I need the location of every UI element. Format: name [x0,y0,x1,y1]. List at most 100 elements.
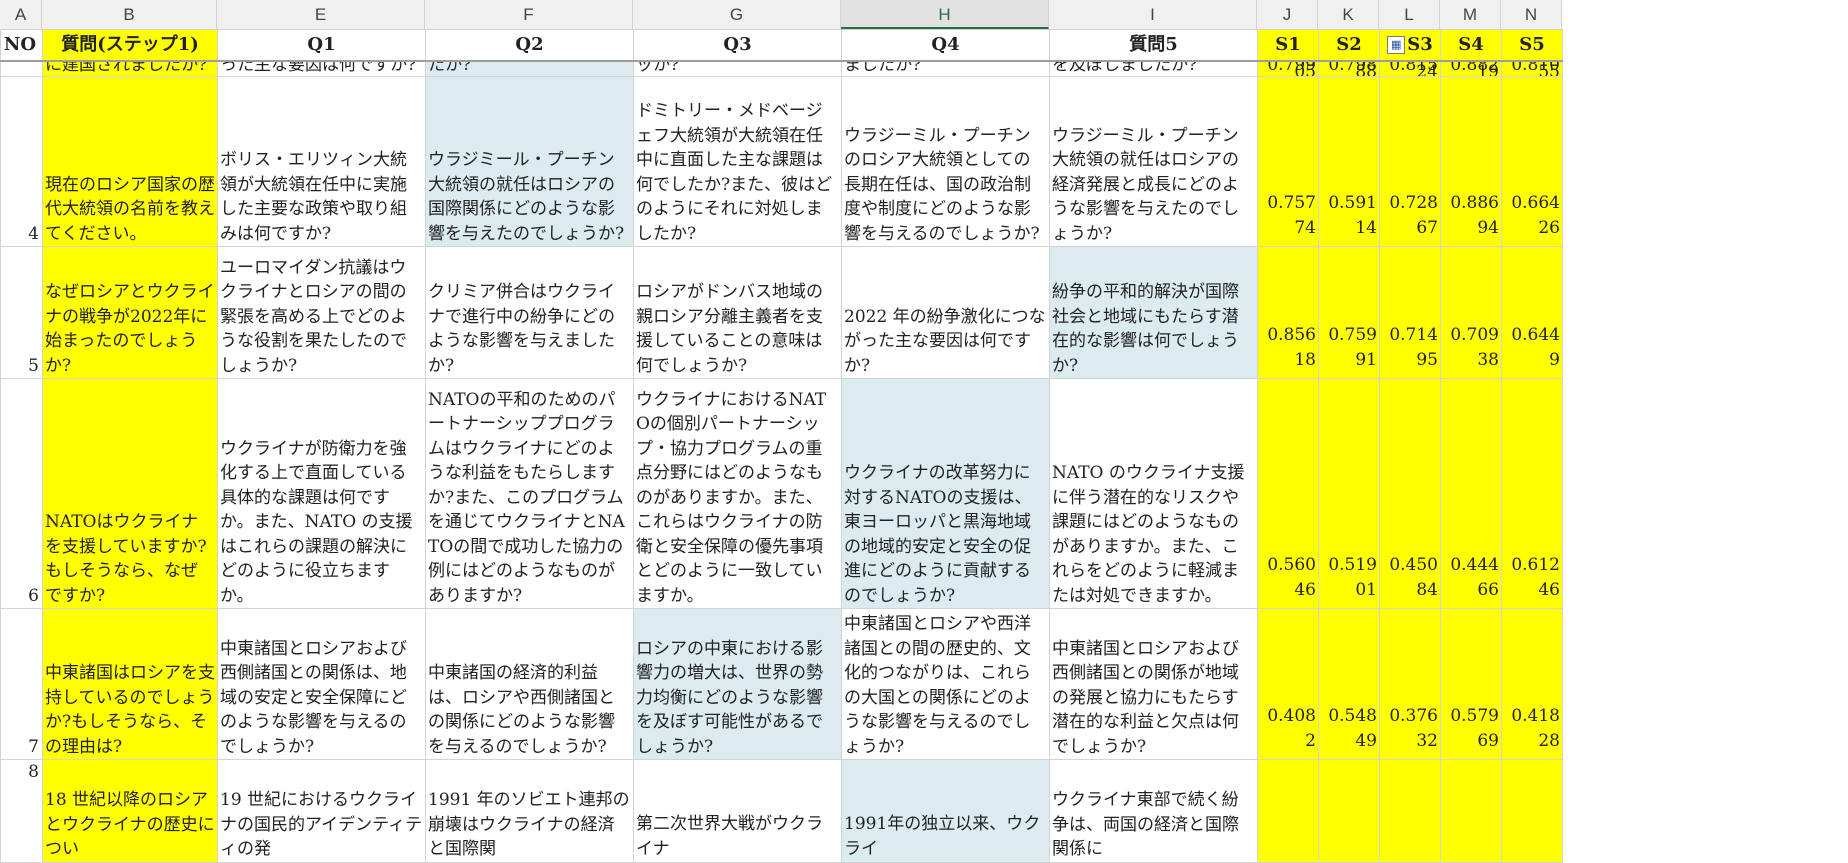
cell-s5[interactable] [1501,759,1563,863]
cell-s3[interactable]: 0.45084 [1379,378,1441,609]
column-header-B[interactable]: B [42,0,217,29]
cell-s3[interactable]: 0.72867 [1379,76,1441,247]
cell-q3[interactable]: ウクライナにおけるNATOの個別パートナーシップ・協力プログラムの重点分野にはど… [633,378,842,609]
cell-s5[interactable]: 0.66426 [1501,76,1563,247]
cell-s4[interactable]: 0.70938 [1440,246,1502,379]
cell-s2[interactable]: 0.51901 [1318,378,1380,609]
column-header-A[interactable]: A [0,0,42,29]
cell-q1[interactable]: 中東諸国とロシアおよび西側諸国との関係は、地域の安定と安全保障にどのような影響を… [217,608,426,760]
quick-analysis-icon[interactable]: ▦ [1387,36,1406,54]
cell-q3[interactable]: ドミトリー・メドベージェフ大統領が大統領在任中に直面した主な課題は何でしたか?ま… [633,76,842,247]
cell-q3[interactable]: ロシアの中東における影響力の増大は、世界の勢力均衡にどのような影響を及ぼす可能性… [633,608,842,760]
header-row: NO 質問(ステップ1) Q1 Q2 Q3 Q4 質問5 S1 S2 ▦ S3 S… [0,29,1563,62]
cell-q1[interactable]: ユーロマイダン抗議はウクライナとロシアの間の緊張を高める上でどのような役割を果た… [217,246,426,379]
header-s4[interactable]: S4 [1440,29,1502,62]
cell-q4[interactable]: 2022 年の紛争激化につながった主な要因は何ですか? [841,246,1050,379]
header-q1[interactable]: Q1 [217,29,426,62]
cell-q5[interactable]: 中東諸国とロシアおよび西側諸国との関係が地域の発展と協力にもたらす潜在的な利益と… [1049,608,1258,760]
cell-q4[interactable]: ウラジーミル・プーチンのロシア大統領としての長期在任は、国の政治制度や制度にどの… [841,76,1050,247]
column-header-H[interactable]: H [841,0,1049,29]
cell-s3[interactable]: 0.71495 [1379,246,1441,379]
cell-s1[interactable]: 0.79905 [1257,60,1319,77]
cell-q1[interactable]: った主な要因は何ですか? [217,60,426,77]
column-header-E[interactable]: E [217,0,425,29]
column-header-K[interactable]: K [1318,0,1379,29]
cell-q5[interactable]: NATO のウクライナ支援に伴う潜在的なリスクや課題にはどのようなものがあります… [1049,378,1258,609]
header-q3[interactable]: Q3 [633,29,842,62]
cell-s5[interactable]: 0.41828 [1501,608,1563,760]
cell-s2[interactable]: 0.54849 [1318,608,1380,760]
cell-q5[interactable]: ウラジーミル・プーチン大統領の就任はロシアの経済発展と成長にどのような影響を与え… [1049,76,1258,247]
cell-step1[interactable]: NATOはウクライナを支援していますか?もしそうなら、なぜですか? [42,378,218,609]
cell-q2[interactable]: たか? [425,60,634,77]
cell-s4[interactable] [1440,759,1502,863]
header-s5[interactable]: S5 [1501,29,1563,62]
cell-q2[interactable]: 中東諸国の経済的利益は、ロシアや西側諸国との関係にどのような影響を与えるのでしょ… [425,608,634,760]
cell-s1[interactable]: 0.56046 [1257,378,1319,609]
row-number[interactable]: 4 [0,76,43,247]
cell-s4[interactable]: 0.88694 [1440,76,1502,247]
cell-q5[interactable]: を及ぼしましたか? [1049,60,1258,77]
cell-q2[interactable]: 1991 年のソビエト連邦の崩壊はウクライナの経済と国際関 [425,759,634,863]
cell-q4[interactable]: ウクライナの改革努力に対するNATOの支援は、東ヨーロッパと黒海地域の地域的安定… [841,378,1050,609]
cell-q4[interactable]: ましたか? [841,60,1050,77]
table-row: 8 18 世紀以降のロシアとウクライナの歴史につい 19 世紀におけるウクライナ… [0,759,1563,863]
cell-q1[interactable]: 19 世紀におけるウクライナの国民的アイデンティティの発 [217,759,426,863]
cell-q3[interactable]: 第二次世界大戦がウクライナ [633,759,842,863]
cell-step1[interactable]: 現在のロシア国家の歴代大統領の名前を教えてください。 [42,76,218,247]
cell-q5[interactable]: 紛争の平和的解決が国際社会と地域にもたらす潜在的な影響は何でしょうか? [1049,246,1258,379]
header-s2[interactable]: S2 [1318,29,1380,62]
cell-s3[interactable]: 0.81524 [1379,60,1441,77]
row-number[interactable] [0,60,43,77]
cell-s5[interactable]: 0.61246 [1501,378,1563,609]
cell-q4[interactable]: 中東諸国とロシアや西洋諸国との間の歴史的、文化的つながりは、これらの大国との関係… [841,608,1050,760]
cell-step1[interactable]: 18 世紀以降のロシアとウクライナの歴史につい [42,759,218,863]
cell-s4[interactable]: 0.57969 [1440,608,1502,760]
cell-q1[interactable]: ボリス・エリツィン大統領が大統領在任中に実施した主要な政策や取り組みは何ですか? [217,76,426,247]
cell-s2[interactable]: 0.59114 [1318,76,1380,247]
cell-s5[interactable]: 0.81055 [1501,60,1563,77]
cell-q1[interactable]: ウクライナが防衛力を強化する上で直面している具体的な課題は何ですか。また、NAT… [217,378,426,609]
column-header-N[interactable]: N [1501,0,1562,29]
column-header-M[interactable]: M [1440,0,1501,29]
cell-q2[interactable]: クリミア併合はウクライナで進行中の紛争にどのような影響を与えましたか? [425,246,634,379]
column-header-I[interactable]: I [1049,0,1257,29]
header-step1[interactable]: 質問(ステップ1) [42,29,218,62]
cell-step1[interactable]: 中東諸国はロシアを支持しているのでしょうか?もしそうなら、その理由は? [42,608,218,760]
cell-s4[interactable]: 0.44466 [1440,378,1502,609]
column-header-L[interactable]: L [1379,0,1440,29]
header-no[interactable]: NO [0,29,43,62]
header-q2[interactable]: Q2 [425,29,634,62]
cell-s2[interactable]: 0.75991 [1318,246,1380,379]
column-header-G[interactable]: G [633,0,841,29]
cell-q4[interactable]: 1991年の独立以来、ウクライ [841,759,1050,863]
cell-s2[interactable] [1318,759,1380,863]
column-header-F[interactable]: F [425,0,633,29]
row-number[interactable]: 6 [0,378,43,609]
header-s1[interactable]: S1 [1257,29,1319,62]
cell-s5[interactable]: 0.6449 [1501,246,1563,379]
cell-s3[interactable]: 0.37632 [1379,608,1441,760]
cell-q5[interactable]: ウクライナ東部で続く紛争は、両国の経済と国際関係に [1049,759,1258,863]
cell-step1[interactable]: に建国されましたか? [42,60,218,77]
cell-s1[interactable]: 0.75774 [1257,76,1319,247]
row-number[interactable]: 8 [0,759,43,863]
cell-s2[interactable]: 0.79888 [1318,60,1380,77]
cell-s1[interactable]: 0.4082 [1257,608,1319,760]
cell-s1[interactable]: 0.85618 [1257,246,1319,379]
cell-q2[interactable]: ウラジミール・プーチン大統領の就任はロシアの国際関係にどのような影響を与えたので… [425,76,634,247]
column-header-bar: A B E F G H I J K L M N [0,0,1562,30]
cell-q3[interactable]: ッか? [633,60,842,77]
header-s3[interactable]: ▦ S3 [1379,29,1441,62]
cell-step1[interactable]: なぜロシアとウクライナの戦争が2022年に始まったのでしょうか? [42,246,218,379]
cell-q2[interactable]: NATOの平和のためのパートナーシッププログラムはウクライナにどのような利益をも… [425,378,634,609]
cell-s3[interactable] [1379,759,1441,863]
cell-q3[interactable]: ロシアがドンバス地域の親ロシア分離主義者を支援していることの意味は何でしょうか? [633,246,842,379]
cell-s1[interactable] [1257,759,1319,863]
header-q4[interactable]: Q4 [841,29,1050,62]
column-header-J[interactable]: J [1257,0,1318,29]
cell-s4[interactable]: 0.88219 [1440,60,1502,77]
row-number[interactable]: 7 [0,608,43,760]
header-q5[interactable]: 質問5 [1049,29,1258,62]
row-number[interactable]: 5 [0,246,43,379]
